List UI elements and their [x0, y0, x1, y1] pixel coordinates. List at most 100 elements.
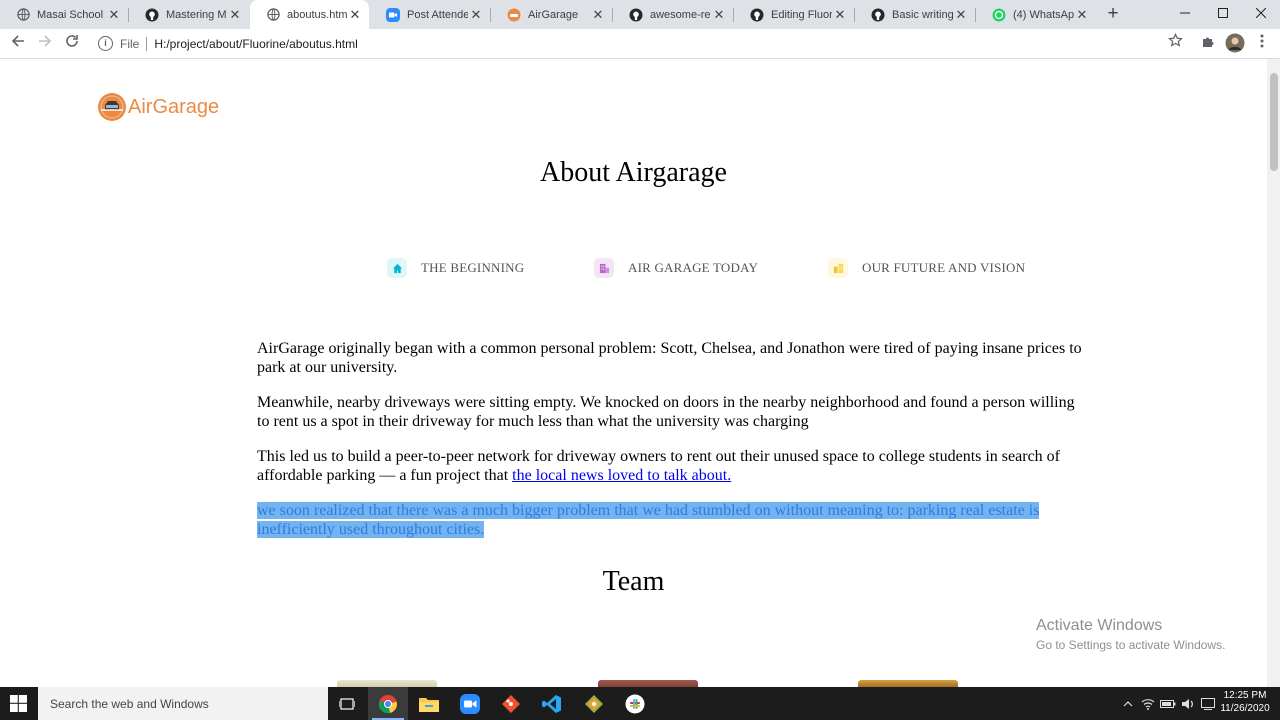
address-bar[interactable]: i File H:/project/about/Fluorine/aboutus…: [90, 32, 1190, 55]
logo-text: AirGarage: [128, 95, 220, 118]
tab-airgarage[interactable]: AirGarage ✕: [491, 0, 612, 29]
whatsapp-icon: [992, 8, 1006, 22]
tab-close-icon[interactable]: ✕: [711, 7, 727, 23]
paragraph-origin: AirGarage originally began with a common…: [257, 340, 1082, 376]
watermark-subtitle: Go to Settings to activate Windows.: [1036, 638, 1226, 652]
extensions-puzzle-icon[interactable]: [1197, 33, 1219, 55]
tab-post-attendee[interactable]: Post Attendee ✕: [370, 0, 490, 29]
more-menu-icon[interactable]: [1251, 33, 1273, 55]
selected-text[interactable]: we soon realized that there was a much b…: [257, 502, 1040, 538]
paragraph-network: This led us to build a peer-to-peer netw…: [257, 447, 1082, 485]
nav-our-future-and-vision[interactable]: OUR FUTURE AND VISION: [828, 258, 1025, 278]
tray-overflow-chevron-icon[interactable]: [1118, 687, 1138, 720]
nav-label: OUR FUTURE AND VISION: [862, 260, 1026, 275]
clock-time: 12:25 PM: [1223, 690, 1267, 701]
system-clock[interactable]: 12:25 PM 11/26/2020: [1218, 689, 1272, 715]
nav-label: THE BEGINNING: [421, 260, 525, 275]
page-scrollbar[interactable]: [1267, 59, 1280, 687]
wifi-icon[interactable]: [1138, 687, 1158, 720]
page-viewport: AirGarage About Airgarage THE BEGINNING …: [0, 59, 1267, 687]
close-window-button[interactable]: [1242, 0, 1280, 29]
clock-date: 11/26/2020: [1220, 703, 1270, 714]
globe-icon: [266, 8, 280, 22]
nav-label: AIR GARAGE TODAY: [628, 260, 759, 275]
tab-title: (4) WhatsApp: [1013, 8, 1074, 21]
tab-title: Post Attendee: [407, 8, 468, 21]
bookmark-star-icon[interactable]: [1164, 32, 1186, 55]
notification-icon[interactable]: [1198, 687, 1218, 720]
back-arrow-icon[interactable]: [7, 33, 29, 55]
team-member-photo: [598, 680, 698, 687]
minimize-button[interactable]: [1166, 0, 1204, 29]
tab-close-icon[interactable]: ✕: [832, 7, 848, 23]
tab-title: Mastering Mar: [166, 8, 227, 21]
windows-taskbar: Search the web and Windows 12:25 PM 11/2…: [0, 687, 1280, 720]
activate-windows-watermark: Activate Windows Go to Settings to activ…: [1036, 617, 1225, 652]
scrollbar-thumb[interactable]: [1270, 73, 1278, 171]
page-title: About Airgarage: [540, 157, 727, 188]
tab-whatsapp[interactable]: (4) WhatsApp ✕: [976, 0, 1096, 29]
globe-icon: [16, 8, 30, 22]
zoom-icon: [386, 7, 400, 22]
slack-taskbar-icon[interactable]: [615, 687, 655, 720]
info-icon[interactable]: i: [98, 36, 113, 51]
nav-the-beginning[interactable]: THE BEGINNING: [387, 258, 524, 278]
search-placeholder: Search the web and Windows: [50, 696, 209, 711]
vscode-taskbar-icon[interactable]: [532, 687, 572, 720]
git-taskbar-icon[interactable]: [491, 687, 531, 720]
home-icon: [387, 258, 407, 278]
github-icon: [145, 8, 159, 22]
tab-aboutus[interactable]: aboutus.html ✕: [250, 0, 369, 29]
tab-title: awesome-read: [650, 8, 711, 21]
building-icon: [594, 258, 614, 278]
tab-title: Masai School: [37, 8, 104, 21]
forward-arrow-icon[interactable]: [34, 33, 56, 55]
tab-close-icon[interactable]: ✕: [953, 7, 969, 23]
reload-icon[interactable]: [61, 33, 83, 55]
taskbar-search-box[interactable]: Search the web and Windows: [38, 687, 328, 720]
tab-title: Basic writing ar: [892, 8, 953, 21]
airgarage-logo[interactable]: AirGarage: [97, 92, 219, 122]
browser-toolbar: i File H:/project/about/Fluorine/aboutus…: [0, 29, 1280, 59]
local-news-link[interactable]: the local news loved to talk about.: [512, 467, 731, 484]
tab-close-icon[interactable]: ✕: [590, 7, 606, 23]
github-icon: [629, 8, 643, 22]
zoom-taskbar-icon[interactable]: [450, 687, 490, 720]
file-explorer-icon[interactable]: [409, 687, 449, 720]
battery-icon[interactable]: [1158, 687, 1178, 720]
tab-close-icon[interactable]: ✕: [347, 7, 363, 23]
github-icon: [750, 8, 764, 22]
volume-icon[interactable]: [1178, 687, 1198, 720]
tab-masai-school[interactable]: Masai School ✕: [0, 0, 128, 29]
team-heading: Team: [602, 566, 665, 597]
chrome-taskbar-icon[interactable]: [368, 687, 408, 720]
tab-close-icon[interactable]: ✕: [227, 7, 243, 23]
tab-strip: Masai School ✕ Mastering Mar ✕ aboutus.h…: [0, 0, 1280, 29]
windows-start-icon[interactable]: [10, 695, 27, 717]
url-text[interactable]: H:/project/about/Fluorine/aboutus.html: [154, 37, 357, 51]
github-icon: [871, 8, 885, 22]
tab-close-icon[interactable]: ✕: [1074, 7, 1090, 23]
task-view-icon[interactable]: [327, 687, 367, 720]
airgarage-icon: [507, 8, 521, 22]
tab-editing-fluorine[interactable]: Editing Fluorin ✕: [734, 0, 854, 29]
git-gui-taskbar-icon[interactable]: [574, 687, 614, 720]
team-member-photo: [858, 680, 958, 687]
paragraph-driveways: Meanwhile, nearby driveways were sitting…: [257, 394, 1075, 430]
tab-awesome-readme[interactable]: awesome-read ✕: [613, 0, 733, 29]
tab-close-icon[interactable]: ✕: [106, 7, 122, 23]
tab-title: Editing Fluorin: [771, 8, 832, 21]
tab-basic-writing[interactable]: Basic writing ar ✕: [855, 0, 975, 29]
new-tab-button[interactable]: +: [1103, 3, 1123, 25]
future-icon: [828, 258, 848, 278]
scheme-label: File: [120, 36, 140, 51]
tab-close-icon[interactable]: ✕: [468, 7, 484, 23]
tab-title: aboutus.html: [287, 8, 347, 21]
tab-mastering-markdown[interactable]: Mastering Mar ✕: [129, 0, 249, 29]
tab-title: AirGarage: [528, 8, 579, 21]
profile-avatar[interactable]: [1224, 33, 1246, 55]
nav-air-garage-today[interactable]: AIR GARAGE TODAY: [594, 258, 758, 278]
maximize-button[interactable]: [1204, 0, 1242, 29]
address-divider: [146, 36, 148, 51]
airgarage-logo-icon: [98, 93, 126, 121]
